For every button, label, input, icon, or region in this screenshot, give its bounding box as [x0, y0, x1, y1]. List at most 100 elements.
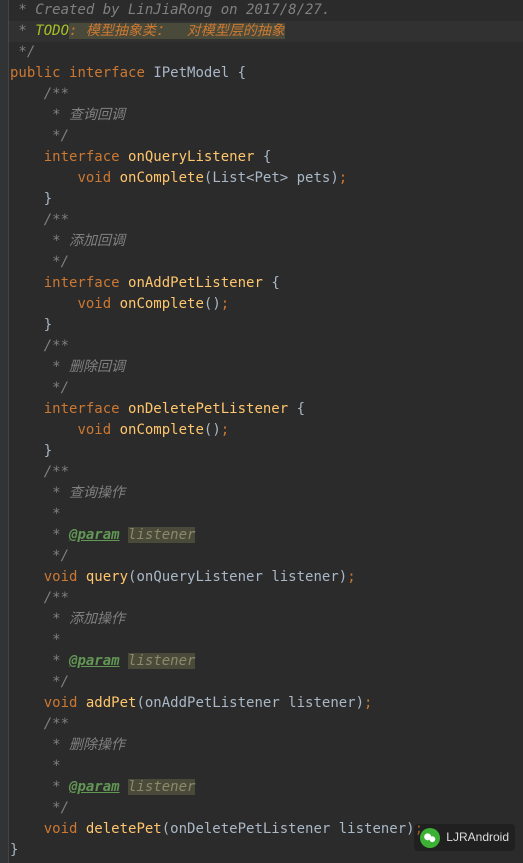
method-name: onComplete — [120, 422, 204, 438]
code-line: } — [10, 315, 523, 336]
code-line: * @param listener — [10, 777, 523, 798]
code-line: /** — [10, 84, 523, 105]
keyword: void — [44, 569, 78, 585]
params: () — [204, 296, 221, 312]
comment-text: * — [10, 632, 61, 648]
code-line: * 查询回调 — [10, 105, 523, 126]
doc-param-name: listener — [128, 527, 195, 543]
code-line: * @param listener — [10, 651, 523, 672]
doc-param-name: listener — [128, 653, 195, 669]
comment-text: * 删除回调 — [10, 359, 125, 375]
wechat-watermark: LJRAndroid — [414, 824, 515, 851]
keyword: interface — [44, 401, 120, 417]
code-line: * 添加回调 — [10, 231, 523, 252]
method-name: addPet — [86, 695, 137, 711]
method-name: query — [86, 569, 128, 585]
comment-text: * — [10, 23, 35, 39]
indent — [10, 275, 44, 291]
code-line: * Created by LinJiaRong on 2017/8/27. — [10, 0, 523, 21]
comment-text: /** — [10, 716, 69, 732]
todo-tag: TODO — [35, 23, 69, 39]
keyword: void — [44, 821, 78, 837]
comment-text: /** — [10, 590, 69, 606]
doc-param-name: listener — [128, 779, 195, 795]
semicolon: ; — [347, 569, 355, 585]
params: (onAddPetListener listener) — [136, 695, 364, 711]
indent — [10, 422, 77, 438]
doc-param-tag: @param — [69, 779, 120, 795]
method-name: deletePet — [86, 821, 162, 837]
comment-text: */ — [10, 44, 35, 60]
code-line: /** — [10, 462, 523, 483]
interface-name: onAddPetListener — [128, 275, 263, 291]
keyword: void — [44, 695, 78, 711]
code-editor: * Created by LinJiaRong on 2017/8/27. * … — [8, 0, 523, 861]
semicolon: ; — [339, 170, 347, 186]
comment-text: * — [10, 527, 69, 543]
code-line: * 查询操作 — [10, 483, 523, 504]
comment-text: */ — [10, 254, 69, 270]
brace: { — [263, 149, 271, 165]
watermark-text: LJRAndroid — [446, 827, 509, 848]
code-line: /** — [10, 588, 523, 609]
code-line: * 删除操作 — [10, 735, 523, 756]
indent — [10, 401, 44, 417]
brace: { — [297, 401, 305, 417]
code-line: * @param listener — [10, 525, 523, 546]
code-line: */ — [10, 126, 523, 147]
semicolon: ; — [364, 695, 372, 711]
code-line: void addPet(onAddPetListener listener); — [10, 693, 523, 714]
brace: } — [10, 317, 52, 333]
keyword: interface — [44, 275, 120, 291]
params: (List<Pet> pets) — [204, 170, 339, 186]
keyword: void — [77, 170, 111, 186]
code-line: */ — [10, 252, 523, 273]
keyword: interface — [69, 65, 145, 81]
indent — [10, 695, 44, 711]
method-name: onComplete — [120, 170, 204, 186]
keyword: void — [77, 296, 111, 312]
code-line: /** — [10, 210, 523, 231]
todo-text: : 模型抽象类： 对模型层的抽象 — [69, 23, 285, 39]
indent — [10, 170, 77, 186]
comment-text: /** — [10, 464, 69, 480]
comment-text: */ — [10, 800, 69, 816]
code-line: * TODO: 模型抽象类： 对模型层的抽象 — [10, 21, 523, 42]
comment-text: * 删除操作 — [10, 737, 125, 753]
params: () — [204, 422, 221, 438]
code-line: * — [10, 504, 523, 525]
code-line: public interface IPetModel { — [10, 63, 523, 84]
class-name: IPetModel — [153, 65, 229, 81]
comment-text: */ — [10, 128, 69, 144]
code-line: interface onDeletePetListener { — [10, 399, 523, 420]
comment-text: /** — [10, 86, 69, 102]
comment-text: * 查询操作 — [10, 485, 125, 501]
code-line: void onComplete(); — [10, 420, 523, 441]
method-name: onComplete — [120, 296, 204, 312]
semicolon: ; — [221, 296, 229, 312]
code-line: } — [10, 189, 523, 210]
brace: { — [238, 65, 246, 81]
comment-text: /** — [10, 212, 69, 228]
params: (onDeletePetListener listener) — [162, 821, 415, 837]
comment-text: */ — [10, 380, 69, 396]
keyword: public — [10, 65, 61, 81]
code-line: */ — [10, 378, 523, 399]
indent — [10, 569, 44, 585]
code-line: * 删除回调 — [10, 357, 523, 378]
brace: } — [10, 443, 52, 459]
code-line: interface onQueryListener { — [10, 147, 523, 168]
comment-text: * — [10, 506, 61, 522]
keyword: interface — [44, 149, 120, 165]
code-line: interface onAddPetListener { — [10, 273, 523, 294]
comment-text: * 查询回调 — [10, 107, 125, 123]
code-line: */ — [10, 546, 523, 567]
code-line: * — [10, 630, 523, 651]
code-line: void query(onQueryListener listener); — [10, 567, 523, 588]
brace: { — [271, 275, 279, 291]
code-line: /** — [10, 714, 523, 735]
comment-text: * Created by LinJiaRong on 2017/8/27. — [10, 2, 330, 18]
code-line: */ — [10, 798, 523, 819]
code-line: void onComplete(); — [10, 294, 523, 315]
code-line: */ — [10, 42, 523, 63]
